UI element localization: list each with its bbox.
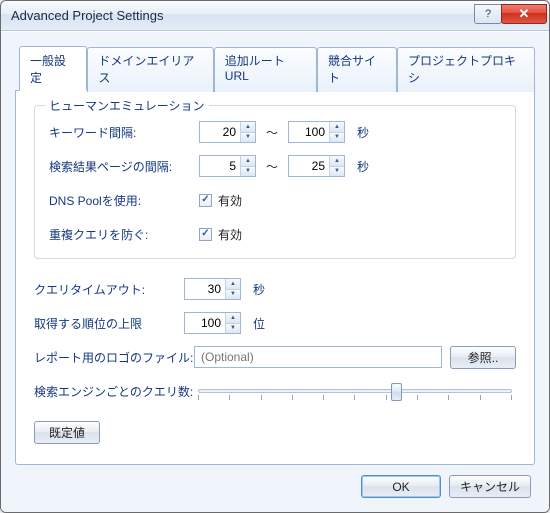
range-separator: ～	[266, 158, 278, 175]
row-keyword-interval: キーワード間隔: ▲ ▼ ～ ▲ ▼	[49, 120, 501, 144]
spin-down-icon[interactable]: ▼	[330, 166, 344, 177]
checkbox-label: 有効	[218, 226, 242, 243]
qps-slider[interactable]	[194, 381, 516, 401]
keyword-min-input[interactable]	[200, 122, 240, 142]
spin-up-icon[interactable]: ▲	[241, 156, 255, 166]
tab-strip: 一般設定 ドメインエイリアス 追加ルートURL 競合サイト プロジェクトプロキシ	[15, 46, 535, 91]
keyword-max-spinner[interactable]: ▲ ▼	[288, 121, 345, 143]
tab-label: 追加ルートURL	[225, 54, 285, 83]
unit-sec: 秒	[253, 281, 265, 298]
range-separator: ～	[266, 124, 278, 141]
spin-down-icon[interactable]: ▼	[226, 289, 240, 300]
browse-button[interactable]: 参照..	[450, 346, 516, 369]
tab-panel-general: ヒューマンエミュレーション キーワード間隔: ▲ ▼ ～ ▲	[15, 90, 535, 465]
keyword-max-input[interactable]	[289, 122, 329, 142]
checkbox-label: 有効	[218, 192, 242, 209]
spin-buttons: ▲ ▼	[225, 313, 240, 333]
serp-max-input[interactable]	[289, 156, 329, 176]
close-icon: ✕	[519, 6, 530, 22]
close-button[interactable]: ✕	[501, 4, 547, 24]
group-human-emulation: ヒューマンエミュレーション キーワード間隔: ▲ ▼ ～ ▲	[34, 105, 516, 259]
button-label: 参照..	[468, 349, 499, 366]
spin-up-icon[interactable]: ▲	[226, 279, 240, 289]
defaults-button[interactable]: 既定値	[34, 421, 100, 444]
tab-label: ドメインエイリアス	[98, 54, 194, 85]
slider-rail	[198, 389, 512, 393]
spin-buttons: ▲ ▼	[329, 156, 344, 176]
ok-button[interactable]: OK	[361, 475, 441, 498]
tab-label: 競合サイト	[328, 54, 376, 85]
dialog-window: Advanced Project Settings ? ✕ 一般設定 ドメインエ…	[0, 0, 550, 513]
button-label: OK	[392, 480, 409, 494]
client-area: 一般設定 ドメインエイリアス 追加ルートURL 競合サイト プロジェクトプロキシ…	[1, 31, 549, 512]
row-dns-pool: DNS Poolを使用: ✓ 有効	[49, 188, 501, 212]
spin-up-icon[interactable]: ▲	[241, 122, 255, 132]
dns-pool-checkbox[interactable]: ✓	[199, 194, 212, 207]
spin-buttons: ▲ ▼	[240, 156, 255, 176]
spin-down-icon[interactable]: ▼	[241, 132, 255, 143]
spin-buttons: ▲ ▼	[225, 279, 240, 299]
dialog-footer: OK キャンセル	[15, 465, 535, 500]
label-qps: 検索エンジンごとのクエリ数:	[34, 383, 194, 400]
dup-query-checkbox[interactable]: ✓	[199, 228, 212, 241]
group-legend: ヒューマンエミュレーション	[45, 97, 209, 114]
tab-project-proxy[interactable]: プロジェクトプロキシ	[397, 47, 535, 92]
window-title: Advanced Project Settings	[11, 8, 475, 23]
window-buttons: ? ✕	[475, 4, 547, 24]
label-query-timeout: クエリタイムアウト:	[34, 281, 184, 298]
slider-thumb[interactable]	[391, 383, 402, 401]
rank-spinner[interactable]: ▲ ▼	[184, 312, 241, 334]
row-logo-file: レポート用のロゴのファイル: 参照..	[34, 345, 516, 369]
label-keyword-interval: キーワード間隔:	[49, 124, 199, 141]
slider-ticks	[198, 395, 512, 401]
titlebar: Advanced Project Settings ? ✕	[1, 1, 549, 31]
serp-min-spinner[interactable]: ▲ ▼	[199, 155, 256, 177]
spin-up-icon[interactable]: ▲	[226, 313, 240, 323]
help-button[interactable]: ?	[474, 4, 502, 24]
button-label: 既定値	[49, 424, 85, 441]
rank-input[interactable]	[185, 313, 225, 333]
timeout-input[interactable]	[185, 279, 225, 299]
keyword-min-spinner[interactable]: ▲ ▼	[199, 121, 256, 143]
button-label: キャンセル	[460, 478, 520, 495]
row-rank-limit: 取得する順位の上限 ▲ ▼ 位	[34, 311, 516, 335]
label-dup-query: 重複クエリを防ぐ:	[49, 226, 199, 243]
tab-general[interactable]: 一般設定	[19, 46, 87, 91]
tab-additional-root-url[interactable]: 追加ルートURL	[214, 47, 317, 92]
label-dns-pool: DNS Poolを使用:	[49, 192, 199, 209]
label-rank-limit: 取得する順位の上限	[34, 315, 184, 332]
spin-down-icon[interactable]: ▼	[330, 132, 344, 143]
spin-up-icon[interactable]: ▲	[330, 156, 344, 166]
defaults-row: 既定値	[34, 421, 516, 444]
label-logo-file: レポート用のロゴのファイル:	[34, 349, 194, 366]
cancel-button[interactable]: キャンセル	[449, 475, 531, 498]
row-dup-query: 重複クエリを防ぐ: ✓ 有効	[49, 222, 501, 246]
unit-sec: 秒	[357, 124, 369, 141]
serp-min-input[interactable]	[200, 156, 240, 176]
timeout-spinner[interactable]: ▲ ▼	[184, 278, 241, 300]
logo-file-input[interactable]	[194, 346, 442, 368]
spin-up-icon[interactable]: ▲	[330, 122, 344, 132]
help-icon: ?	[485, 8, 491, 20]
tab-label: 一般設定	[30, 54, 66, 85]
row-qps: 検索エンジンごとのクエリ数:	[34, 379, 516, 403]
tab-label: プロジェクトプロキシ	[408, 54, 516, 85]
unit-rank: 位	[253, 315, 265, 332]
serp-max-spinner[interactable]: ▲ ▼	[288, 155, 345, 177]
spin-buttons: ▲ ▼	[329, 122, 344, 142]
tab-competitors[interactable]: 競合サイト	[317, 47, 397, 92]
spin-down-icon[interactable]: ▼	[241, 166, 255, 177]
spin-buttons: ▲ ▼	[240, 122, 255, 142]
unit-sec: 秒	[357, 158, 369, 175]
label-serp-interval: 検索結果ページの間隔:	[49, 158, 199, 175]
row-serp-interval: 検索結果ページの間隔: ▲ ▼ ～ ▲ ▼	[49, 154, 501, 178]
row-query-timeout: クエリタイムアウト: ▲ ▼ 秒	[34, 277, 516, 301]
spin-down-icon[interactable]: ▼	[226, 323, 240, 334]
tab-domain-alias[interactable]: ドメインエイリアス	[87, 47, 213, 92]
